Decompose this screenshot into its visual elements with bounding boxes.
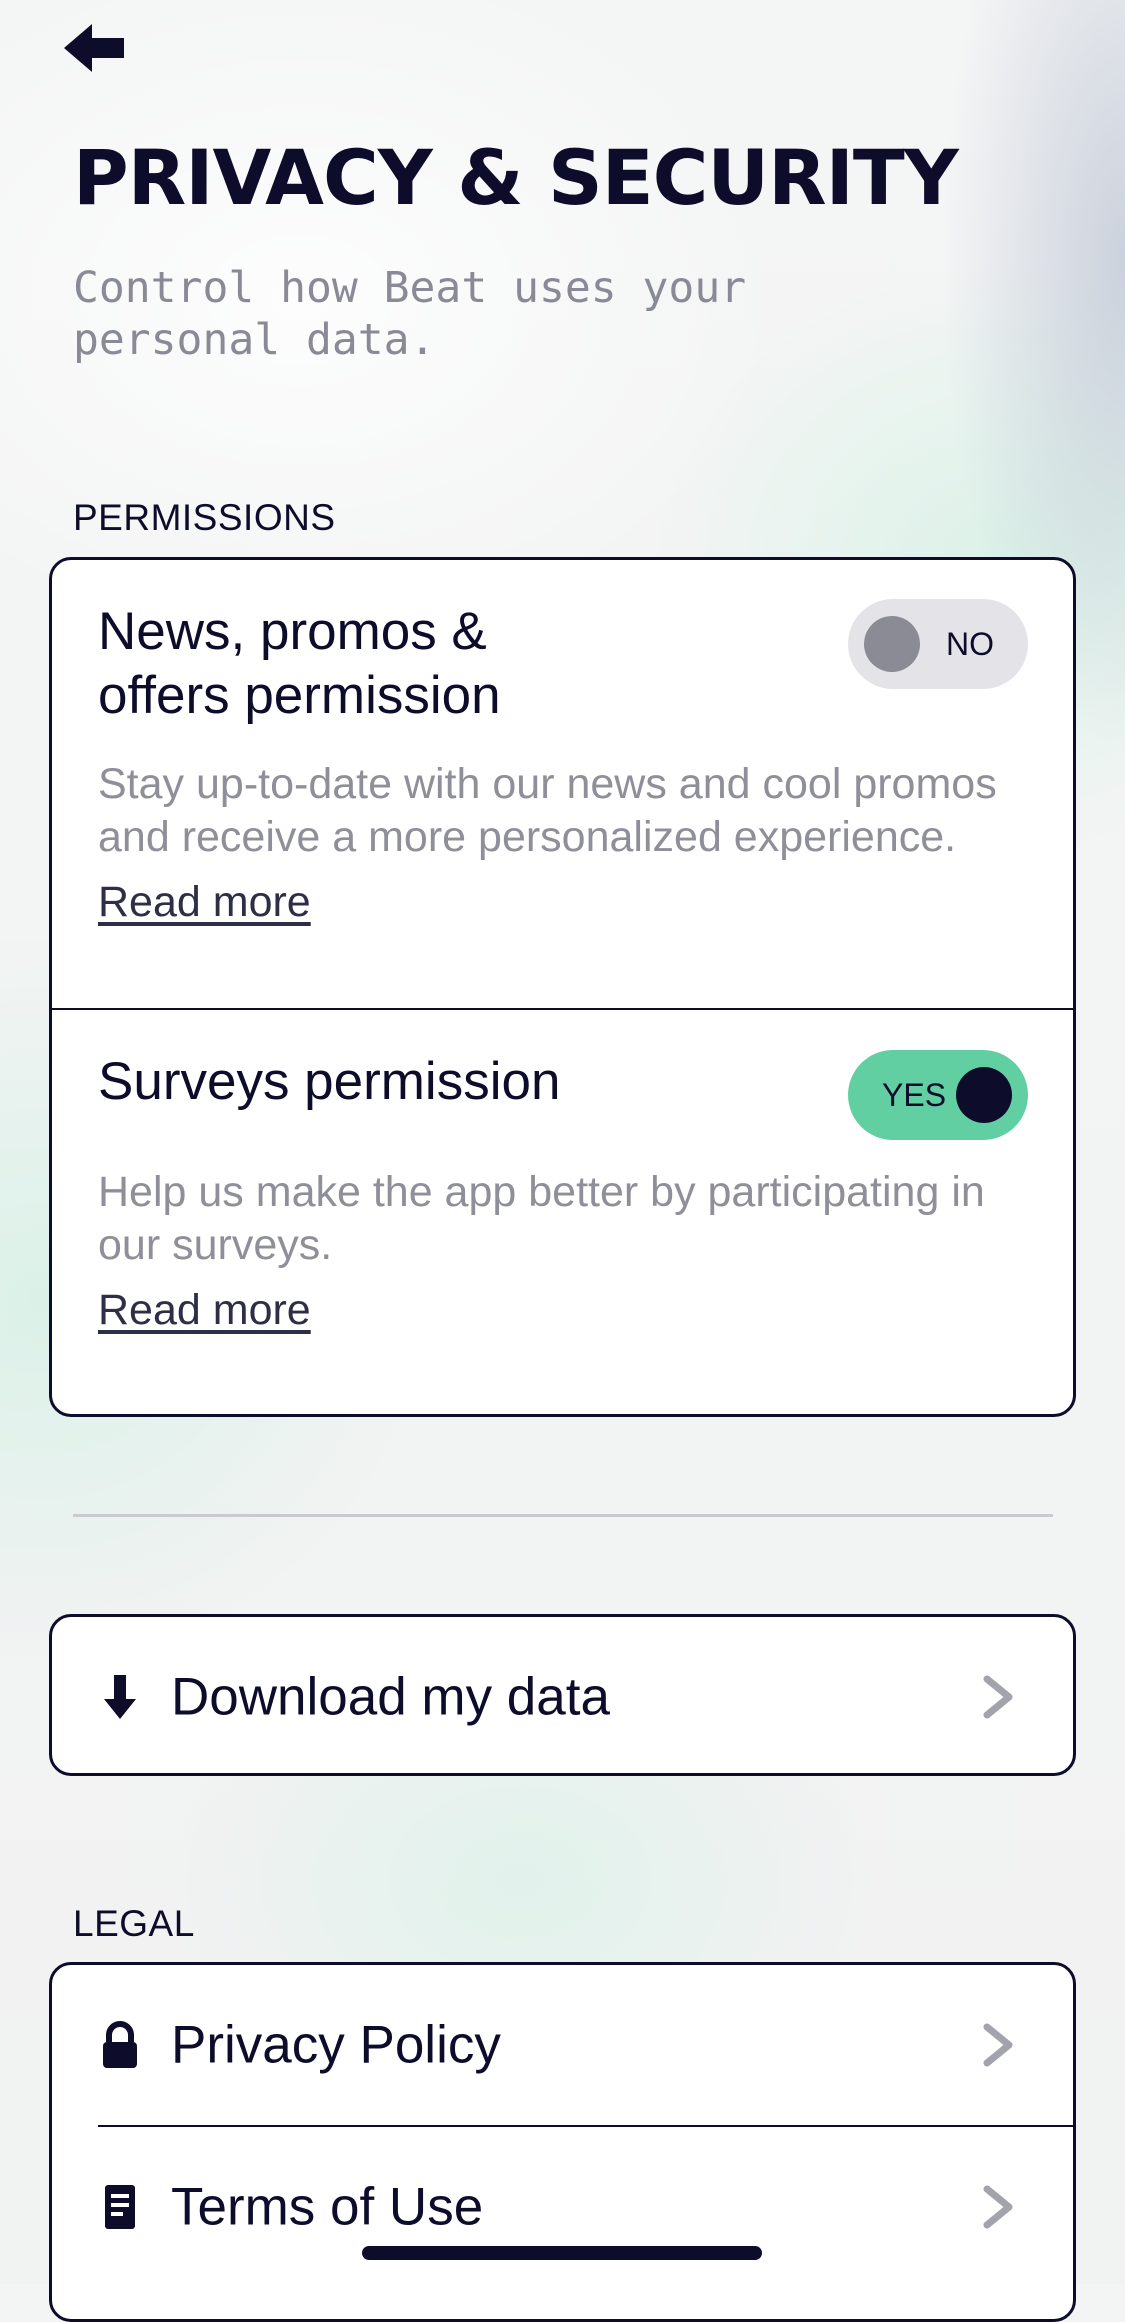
permission-description: Stay up-to-date with our news and cool p… xyxy=(98,760,997,861)
home-indicator[interactable] xyxy=(362,2246,762,2260)
section-divider xyxy=(73,1514,1053,1517)
legal-section-label: LEGAL xyxy=(73,1903,195,1944)
permission-item-news: News, promos & offers permission NO Stay… xyxy=(52,560,1073,1010)
chevron-right-icon xyxy=(981,2023,1015,2067)
permission-description: Help us make the app better by participa… xyxy=(98,1168,985,1269)
read-more-link[interactable]: Read more xyxy=(98,878,311,927)
download-label: Download my data xyxy=(171,1667,610,1727)
toggle-label: YES xyxy=(882,1077,947,1113)
chevron-right-icon xyxy=(981,1675,1015,1719)
lock-icon xyxy=(90,2015,150,2075)
privacy-policy-link[interactable]: Privacy Policy xyxy=(52,1965,1073,2125)
permission-title: Surveys permission xyxy=(98,1052,561,1111)
news-permission-toggle[interactable]: NO xyxy=(848,599,1028,689)
terms-of-use-link[interactable]: Terms of Use xyxy=(52,2127,1073,2287)
permissions-section-label: PERMISSIONS xyxy=(73,497,336,538)
page-subtitle: Control how Beat uses your personal data… xyxy=(73,263,747,365)
toggle-knob xyxy=(956,1067,1012,1123)
legal-card: Privacy Policy Terms of Use xyxy=(49,1962,1076,2322)
toggle-label: NO xyxy=(946,626,994,662)
terms-of-use-label: Terms of Use xyxy=(171,2177,484,2237)
chevron-right-icon xyxy=(981,2185,1015,2229)
download-my-data-button[interactable]: Download my data xyxy=(52,1617,1073,1773)
permission-title: News, promos & offers permission xyxy=(98,602,501,725)
surveys-permission-toggle[interactable]: YES xyxy=(848,1050,1028,1140)
download-arrow-icon xyxy=(90,1667,150,1727)
read-more-link[interactable]: Read more xyxy=(98,1286,311,1335)
privacy-policy-label: Privacy Policy xyxy=(171,2015,501,2075)
toggle-knob xyxy=(864,616,920,672)
download-card: Download my data xyxy=(49,1614,1076,1776)
page-title: PRIVACY & SECURITY xyxy=(73,133,959,222)
permissions-card: News, promos & offers permission NO Stay… xyxy=(49,557,1076,1417)
document-icon xyxy=(90,2177,150,2237)
permission-item-surveys: Surveys permission YES Help us make the … xyxy=(52,1010,1073,1414)
back-button[interactable] xyxy=(60,18,130,78)
arrow-left-icon xyxy=(64,24,124,72)
